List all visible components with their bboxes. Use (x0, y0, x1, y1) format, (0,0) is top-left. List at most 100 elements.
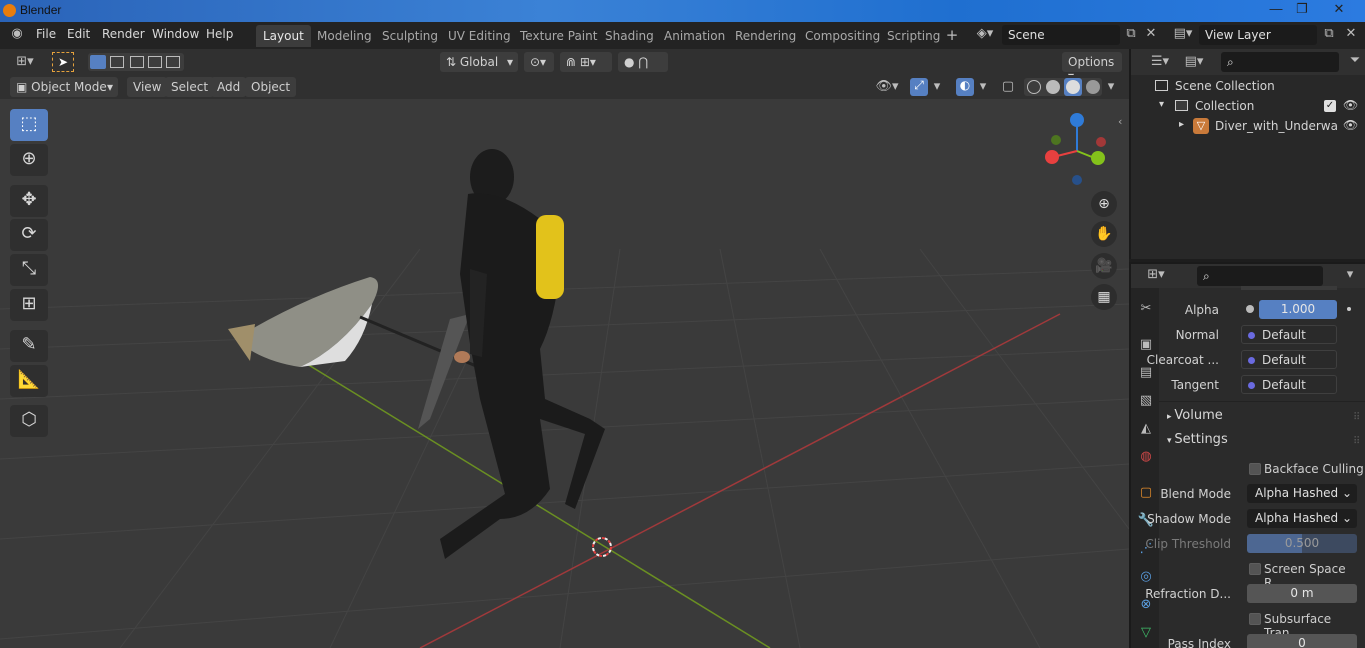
rendered-shading-icon[interactable] (1086, 80, 1100, 94)
delete-scene-icon[interactable]: ✕ (1143, 26, 1159, 41)
fish-model[interactable] (228, 277, 379, 367)
transform-tool[interactable]: ⊞ (10, 289, 48, 321)
mode-set-icon[interactable] (90, 55, 106, 69)
sidebar-toggle-icon[interactable]: ‹ (1118, 115, 1129, 129)
cursor-tool[interactable]: ⊕ (10, 144, 48, 176)
minimize-button[interactable]: — (1262, 0, 1290, 20)
shadow-mode-select[interactable]: Alpha Hashed ⌄ (1247, 509, 1357, 528)
chevron-down-icon[interactable]: ▾ (976, 79, 990, 94)
chevron-down-icon[interactable]: ▾ (1104, 79, 1118, 94)
filter-icon[interactable]: ⏷ (1347, 53, 1363, 68)
scene-tab-icon[interactable]: ◭ (1135, 418, 1157, 440)
tangent-field[interactable]: Default (1241, 375, 1337, 394)
chevron-down-icon[interactable]: ▾ (1341, 267, 1359, 282)
pan-hand-icon[interactable]: ✋ (1091, 221, 1117, 247)
eye-icon[interactable]: 👁 (1343, 98, 1358, 112)
alpha-value-field[interactable]: 1.000 (1259, 300, 1337, 319)
solid-shading-icon[interactable] (1046, 80, 1060, 94)
diver-model[interactable] (440, 149, 605, 559)
world-tab-icon[interactable]: ◍ (1135, 446, 1157, 468)
tab-shading[interactable]: Shading (598, 25, 661, 47)
refraction-depth-field[interactable]: 0 m (1247, 584, 1357, 603)
visibility-icon[interactable]: 👁▾ (872, 79, 902, 94)
wireframe-shading-icon[interactable] (1027, 80, 1041, 94)
overlays-toggle-icon[interactable]: ◐ (956, 78, 974, 96)
mode-extend-icon[interactable] (110, 56, 124, 68)
new-scene-icon[interactable]: ⧉ (1122, 26, 1140, 41)
maximize-button[interactable]: ❐ (1288, 0, 1316, 20)
view-layer-field[interactable]: View Layer (1199, 25, 1317, 45)
tab-texture-paint[interactable]: Texture Paint (513, 25, 604, 47)
screen-space-refraction-checkbox[interactable] (1249, 563, 1261, 575)
panel-drag-handle[interactable]: ⠿ (1353, 436, 1360, 447)
3d-viewport[interactable]: ⬚ ⊕ ✥ ⟳ ⤡ ⊞ ✎ 📐 ⬡ ⊕ ✋ 🎥 ▦ ‹ (0, 99, 1129, 648)
menu-edit[interactable]: Edit (67, 27, 90, 41)
view-layer-tab-icon[interactable]: ▧ (1135, 390, 1157, 412)
close-button[interactable]: ✕ (1325, 0, 1353, 20)
tab-compositing[interactable]: Compositing (798, 25, 887, 47)
annotate-tool[interactable]: ✎ (10, 330, 48, 362)
pivot-point-icon[interactable]: ⊙▾ (524, 52, 554, 72)
mode-difference-icon[interactable] (148, 56, 162, 68)
proportional-edit-icon[interactable]: ● ⋂ (618, 52, 668, 72)
tab-uv-editing[interactable]: UV Editing (441, 25, 518, 47)
backface-culling-checkbox[interactable] (1249, 463, 1261, 475)
volume-section-header[interactable]: ▸ Volume (1167, 408, 1223, 423)
tab-modeling[interactable]: Modeling (310, 25, 379, 47)
view-layer-browse-icon[interactable]: ▤▾ (1168, 26, 1198, 41)
add-workspace-button[interactable]: + (942, 26, 962, 44)
delete-view-layer-icon[interactable]: ✕ (1343, 26, 1359, 41)
alpha-keyframe-icon[interactable] (1347, 307, 1351, 311)
new-view-layer-icon[interactable]: ⧉ (1320, 26, 1338, 41)
menu-object[interactable]: Object (245, 77, 297, 97)
menu-view[interactable]: View (127, 77, 168, 97)
camera-view-icon[interactable]: 🎥 (1091, 253, 1117, 279)
outliner-editor-icon[interactable]: ☰▾ (1145, 54, 1175, 69)
scene-name-field[interactable]: Scene (1002, 25, 1120, 45)
physics-tab-icon[interactable]: ◎ (1135, 566, 1157, 588)
add-cube-tool[interactable]: ⬡ (10, 405, 48, 437)
chevron-down-icon[interactable]: ▾ (930, 79, 944, 94)
scene-browse-icon[interactable]: ◈▾ (970, 26, 1000, 41)
measure-tool[interactable]: 📐 (10, 365, 48, 397)
menu-render[interactable]: Render (102, 27, 145, 41)
display-mode-icon[interactable]: ▤▾ (1179, 54, 1209, 69)
select-box-tool-icon[interactable]: ➤ (52, 52, 74, 72)
alpha-socket-icon[interactable] (1246, 305, 1254, 313)
tab-layout[interactable]: Layout (256, 25, 311, 47)
pass-index-field[interactable]: 0 (1247, 634, 1357, 648)
tab-animation[interactable]: Animation (657, 25, 732, 47)
select-box-tool[interactable]: ⬚ (10, 109, 48, 141)
exclude-checkbox[interactable]: ✓ (1324, 100, 1336, 112)
normal-field[interactable]: Default (1241, 325, 1337, 344)
tab-rendering[interactable]: Rendering (728, 25, 803, 47)
rotate-tool[interactable]: ⟳ (10, 219, 48, 251)
gizmo-toggle-icon[interactable]: ⤢ (910, 78, 928, 96)
snap-icon[interactable]: ⋒ ⊞▾ (560, 52, 612, 72)
expand-arrow-icon[interactable]: ▾ (1159, 99, 1164, 110)
object-mode-select[interactable]: ▣ Object Mode ▾ (10, 77, 118, 97)
blender-menu-icon[interactable]: ◉ (8, 26, 26, 41)
subsurface-translucency-checkbox[interactable] (1249, 613, 1261, 625)
properties-editor-icon[interactable]: ⊞▾ (1141, 267, 1171, 282)
properties-search-input[interactable]: ⌕ (1197, 266, 1323, 286)
tab-scripting[interactable]: Scripting (880, 25, 947, 47)
settings-section-header[interactable]: ▾ Settings (1167, 432, 1228, 447)
move-tool[interactable]: ✥ (10, 185, 48, 217)
shading-modes[interactable] (1024, 78, 1102, 96)
selection-mode-icons[interactable] (88, 53, 184, 71)
options-button[interactable]: Options ▾ (1062, 52, 1122, 83)
blend-mode-select[interactable]: Alpha Hashed ⌄ (1247, 484, 1357, 503)
navigation-gizmo[interactable] (1037, 111, 1117, 191)
material-shading-icon[interactable] (1064, 78, 1082, 96)
tab-sculpting[interactable]: Sculpting (375, 25, 445, 47)
editor-type-icon[interactable]: ⊞▾ (10, 54, 40, 69)
transform-orientation-select[interactable]: ⇅ Global ▾ (440, 52, 518, 72)
outliner-row-collection[interactable]: ▾ Collection ✓ 👁 (1131, 96, 1365, 116)
outliner-row-scene-collection[interactable]: Scene Collection (1131, 76, 1365, 96)
panel-drag-handle[interactable]: ⠿ (1353, 412, 1360, 423)
clearcoat-field[interactable]: Default (1241, 350, 1337, 369)
menu-help[interactable]: Help (206, 27, 233, 41)
outliner-search-input[interactable]: ⌕ (1221, 52, 1339, 72)
mode-intersect-icon[interactable] (166, 56, 180, 68)
